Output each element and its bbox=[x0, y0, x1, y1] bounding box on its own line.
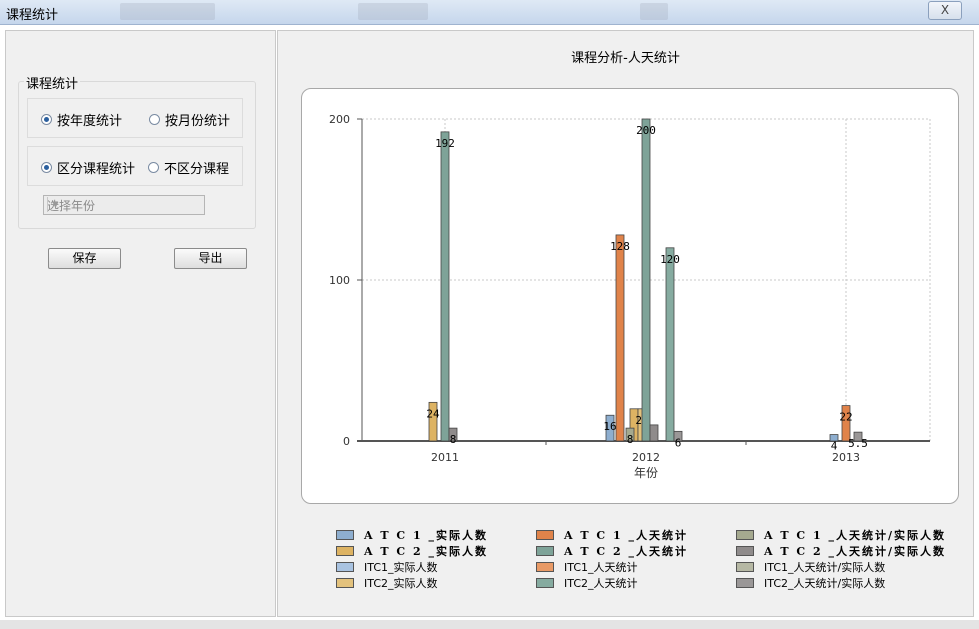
data-label: 5.5 bbox=[848, 437, 868, 450]
y-tick-label: 100 bbox=[329, 274, 350, 287]
left-panel: 课程统计 按年度统计 按月份统计 区分课程统计 不区分课程 选择年份 ▼ 保存 … bbox=[5, 30, 276, 617]
legend-label: ITC2_人天统计 bbox=[564, 577, 638, 590]
legend-swatch bbox=[536, 562, 554, 572]
chart-panel: 课程分析-人天统计 010020016424201282219220012088… bbox=[277, 30, 974, 617]
legend-swatch bbox=[736, 562, 754, 572]
background-toolbar-ghost bbox=[358, 3, 428, 20]
legend-swatch bbox=[336, 546, 354, 556]
x-tick-label: 2013 bbox=[832, 451, 860, 464]
course-split-radio-box: 区分课程统计 不区分课程 bbox=[27, 146, 243, 186]
legend-item: ITC1_实际人数 bbox=[336, 559, 438, 575]
legend-swatch bbox=[736, 530, 754, 540]
legend-item: ITC1_人天统计 bbox=[536, 559, 638, 575]
y-tick-label: 200 bbox=[329, 113, 350, 126]
legend-label: ITC1_人天统计/实际人数 bbox=[764, 561, 886, 574]
title-bar: 课程统计 X bbox=[0, 0, 979, 25]
legend-label: A T C 1 _人天统计/实际人数 bbox=[764, 529, 946, 542]
data-label: 8 bbox=[450, 433, 457, 446]
radio-unchecked-icon[interactable] bbox=[149, 114, 160, 125]
legend-label: A T C 2 _人天统计 bbox=[564, 545, 688, 558]
background-toolbar-ghost bbox=[120, 3, 215, 20]
group-title: 课程统计 bbox=[24, 73, 81, 92]
data-label: 128 bbox=[610, 240, 630, 253]
legend-item: ITC1_人天统计/实际人数 bbox=[736, 559, 885, 575]
window-title: 课程统计 bbox=[6, 8, 59, 23]
radio-split-course-label: 区分课程统计 bbox=[57, 162, 136, 177]
radio-by-year-label: 按年度统计 bbox=[57, 114, 123, 129]
radio-no-split-course-label: 不区分课程 bbox=[164, 162, 230, 177]
radio-by-month-label: 按月份统计 bbox=[165, 114, 231, 129]
legend-label: ITC1_人天统计 bbox=[564, 561, 638, 574]
radio-no-split-course[interactable]: 不区分课程 bbox=[148, 158, 229, 177]
radio-by-month[interactable]: 按月份统计 bbox=[149, 110, 230, 129]
data-label: 200 bbox=[636, 124, 656, 137]
data-label: 16 bbox=[603, 420, 616, 433]
y-tick-label: 0 bbox=[343, 435, 350, 448]
data-label: 192 bbox=[435, 137, 455, 150]
legend-item: ITC2_实际人数 bbox=[336, 575, 438, 591]
bar bbox=[440, 131, 450, 442]
close-icon: X bbox=[940, 3, 950, 17]
bar-chart: 01002001642420128221922001208865.5201120… bbox=[329, 113, 931, 480]
legend-swatch bbox=[736, 546, 754, 556]
legend-label: A T C 2 _实际人数 bbox=[364, 545, 488, 558]
x-axis-title: 年份 bbox=[634, 466, 658, 480]
stat-period-radio-box: 按年度统计 按月份统计 bbox=[27, 98, 243, 138]
year-select[interactable]: 选择年份 ▼ bbox=[43, 195, 205, 215]
legend-swatch bbox=[536, 530, 554, 540]
bar bbox=[665, 247, 675, 442]
x-tick-label: 2011 bbox=[431, 451, 459, 464]
legend-label: ITC2_人天统计/实际人数 bbox=[764, 577, 886, 590]
legend-item: A T C 1 _人天统计 bbox=[536, 527, 688, 543]
legend-swatch bbox=[536, 578, 554, 588]
data-label: 6 bbox=[675, 436, 682, 449]
radio-by-year[interactable]: 按年度统计 bbox=[41, 110, 122, 129]
legend-item: ITC2_人天统计/实际人数 bbox=[736, 575, 885, 591]
legend-item: A T C 2 _人天统计 bbox=[536, 543, 688, 559]
background-toolbar-ghost bbox=[640, 3, 668, 20]
legend-label: A T C 1 _人天统计 bbox=[564, 529, 688, 542]
bar bbox=[615, 234, 625, 442]
bar bbox=[649, 424, 659, 442]
export-button[interactable]: 导出 bbox=[174, 248, 247, 269]
legend-item: A T C 2 _人天统计/实际人数 bbox=[736, 543, 946, 559]
legend-item: A T C 1 _实际人数 bbox=[336, 527, 488, 543]
legend-item: A T C 2 _实际人数 bbox=[336, 543, 488, 559]
legend-swatch bbox=[536, 546, 554, 556]
chart-title: 课程分析-人天统计 bbox=[571, 51, 680, 66]
data-label: 120 bbox=[660, 253, 680, 266]
legend-item: A T C 1 _人天统计/实际人数 bbox=[736, 527, 946, 543]
legend-label: A T C 2 _人天统计/实际人数 bbox=[764, 545, 946, 558]
legend-label: ITC2_实际人数 bbox=[364, 577, 438, 590]
legend-label: ITC1_实际人数 bbox=[364, 561, 438, 574]
radio-split-course[interactable]: 区分课程统计 bbox=[41, 158, 135, 177]
legend-swatch bbox=[336, 562, 354, 572]
radio-unchecked-icon[interactable] bbox=[148, 162, 159, 173]
save-button[interactable]: 保存 bbox=[48, 248, 121, 269]
data-label: 8 bbox=[627, 433, 634, 446]
chart-frame: 01002001642420128221922001208865.5201120… bbox=[301, 88, 959, 504]
legend-swatch bbox=[336, 578, 354, 588]
radio-checked-icon[interactable] bbox=[41, 114, 52, 125]
legend-item: ITC2_人天统计 bbox=[536, 575, 638, 591]
x-tick-label: 2012 bbox=[632, 451, 660, 464]
chevron-down-icon[interactable]: ▼ bbox=[47, 197, 63, 212]
legend-swatch bbox=[736, 578, 754, 588]
taskbar-strip bbox=[0, 620, 979, 629]
bar bbox=[641, 118, 651, 442]
close-button[interactable]: X bbox=[928, 1, 962, 20]
radio-checked-icon[interactable] bbox=[41, 162, 52, 173]
legend-swatch bbox=[336, 530, 354, 540]
data-label: 24 bbox=[426, 407, 440, 420]
legend-label: A T C 1 _实际人数 bbox=[364, 529, 488, 542]
data-label: 22 bbox=[839, 411, 852, 424]
